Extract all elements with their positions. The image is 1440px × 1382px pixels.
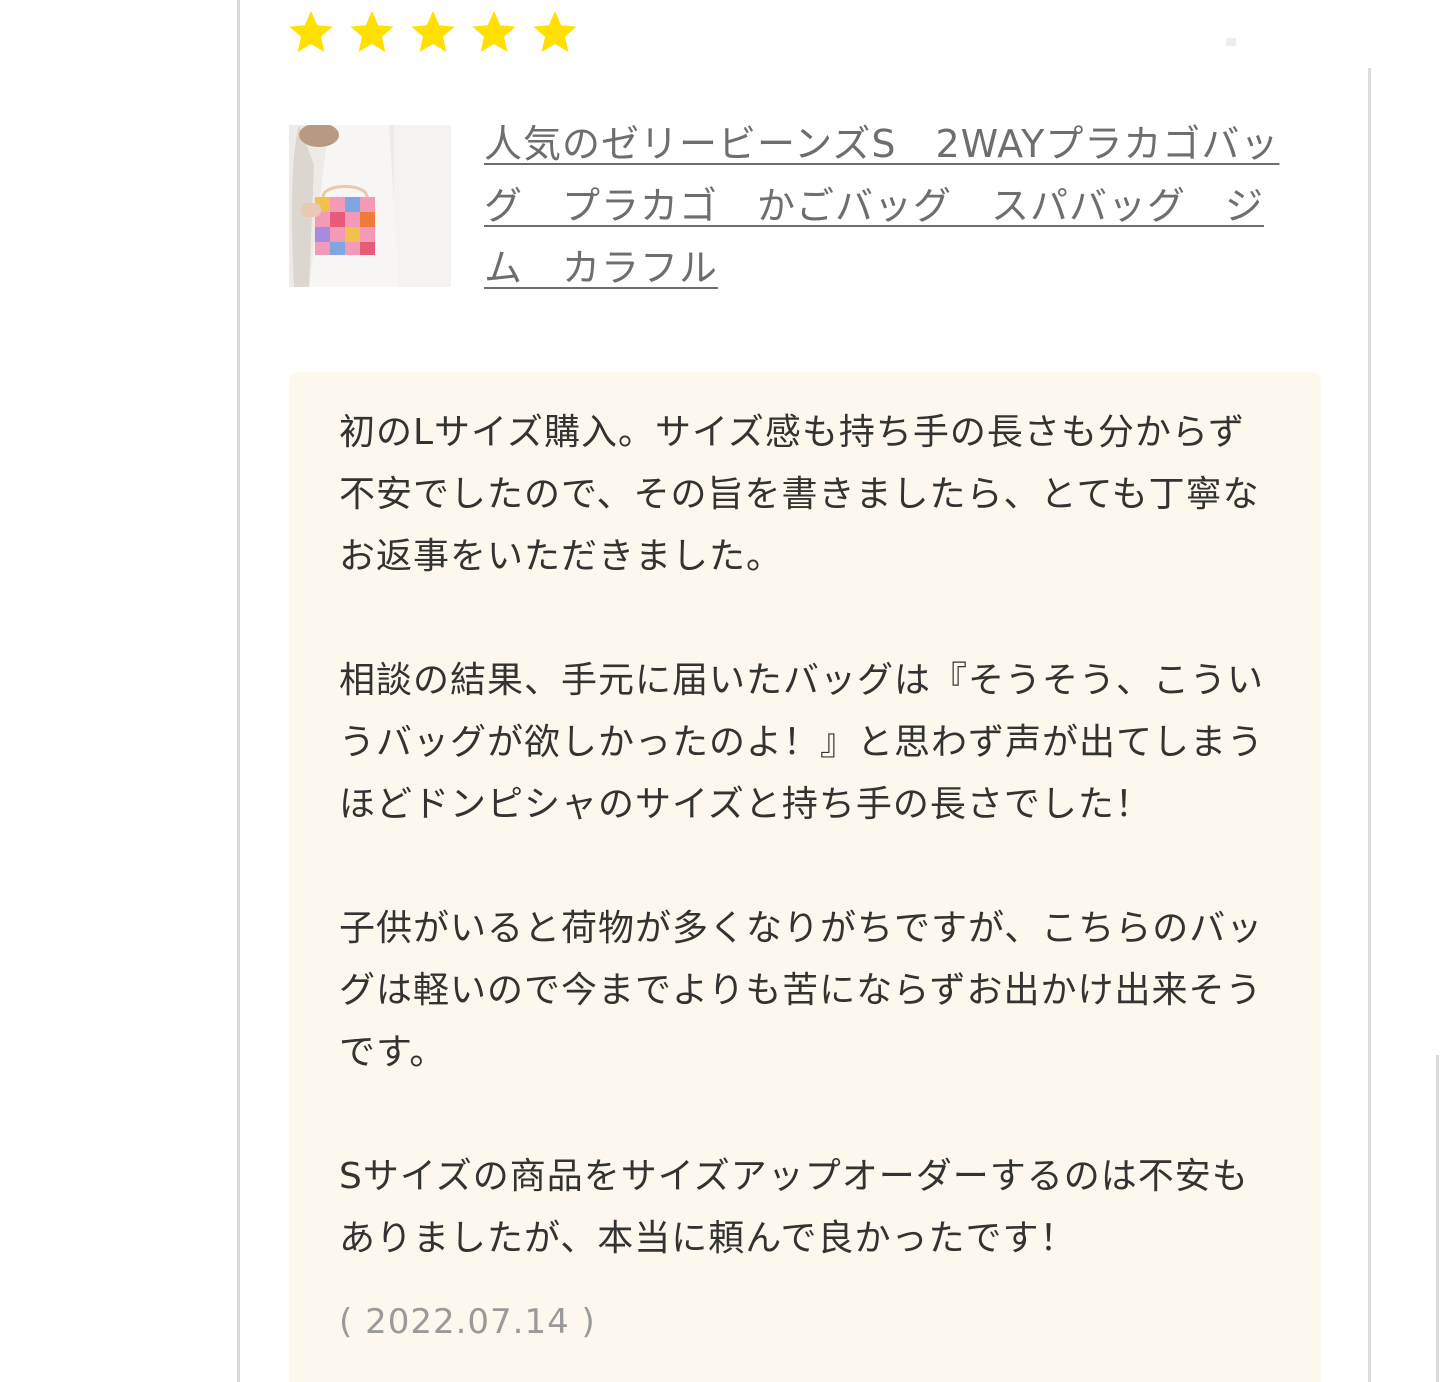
product-thumbnail[interactable] xyxy=(289,125,451,287)
review-paragraph: Sサイズの商品をサイズアップオーダーするのは不安もありましたが、本当に頼んで良か… xyxy=(339,1156,1249,1259)
review-comment-box: 初のLサイズ購入。サイズ感も持ち手の長さも分からず不安でしたので、その旨を書きま… xyxy=(289,372,1321,1382)
review-date: ( 2022.07.14 ) xyxy=(339,1302,596,1342)
review-paragraph: 相談の結果、手元に届いたバッグは『そうそう、こういうバッグが欲しかったのよ！』と… xyxy=(339,660,1265,825)
star-icon xyxy=(472,11,516,52)
review-body: 初のLサイズ購入。サイズ感も持ち手の長さも分からず不安でしたので、その旨を書きま… xyxy=(339,402,1279,1332)
product-row: 人気のゼリービーンズS 2WAYプラカゴバッグ プラカゴ かごバッグ スパバッグ… xyxy=(289,113,1294,299)
star-icon xyxy=(533,11,577,52)
star-icon xyxy=(411,11,455,52)
right-border xyxy=(1368,68,1371,1382)
left-border xyxy=(237,0,240,1382)
star-rating xyxy=(287,8,579,56)
product-title-link[interactable]: 人気のゼリービーンズS 2WAYプラカゴバッグ プラカゴ かごバッグ スパバッグ… xyxy=(484,113,1294,299)
star-icon xyxy=(350,11,394,52)
star-icon xyxy=(289,11,333,52)
corner-mark xyxy=(1226,38,1236,46)
review-paragraph: 子供がいると荷物が多くなりがちですが、こちらのバッグは軽いので今までよりも苦にな… xyxy=(339,908,1264,1073)
scrollbar-edge xyxy=(1436,1055,1439,1382)
review-paragraph: 初のLサイズ購入。サイズ感も持ち手の長さも分からず不安でしたので、その旨を書きま… xyxy=(339,412,1260,577)
review-page: 人気のゼリービーンズS 2WAYプラカゴバッグ プラカゴ かごバッグ スパバッグ… xyxy=(0,0,1440,1382)
